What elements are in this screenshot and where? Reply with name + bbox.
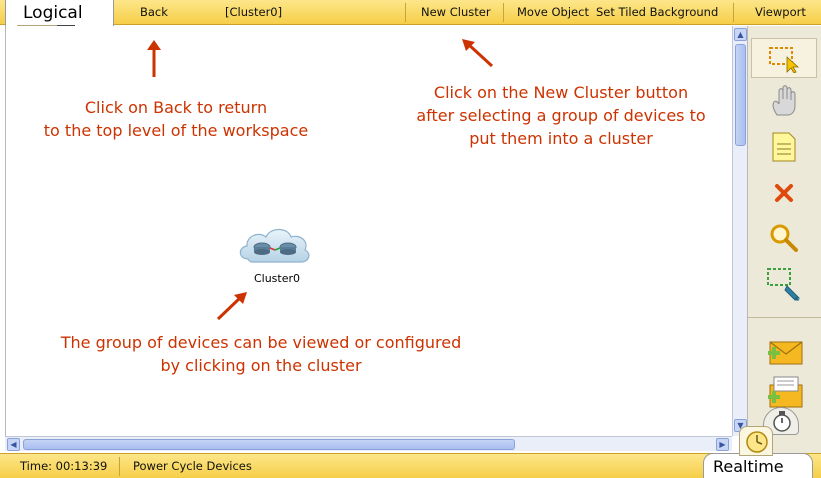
cluster-instruction: The group of devices can be viewed or co… — [26, 331, 496, 377]
note-line: to the top level of the workspace — [43, 121, 309, 140]
note-line: put them into a cluster — [469, 129, 653, 148]
cluster-path-label: [Cluster0] — [225, 5, 283, 19]
inspect-tool[interactable] — [751, 218, 817, 258]
new-cluster-instruction: Click on the New Cluster button after se… — [391, 81, 731, 150]
hand-icon — [772, 85, 796, 116]
add-complex-pdu-icon — [768, 376, 803, 408]
toolbar-divider — [503, 3, 504, 22]
note-line: by clicking on the cluster — [160, 356, 362, 375]
status-bar: Time: 00:13:39 Power Cycle Devices — [0, 453, 821, 478]
resize-shape-tool[interactable] — [751, 264, 817, 304]
note-line: after selecting a group of devices to — [416, 106, 706, 125]
note-icon — [772, 132, 796, 162]
viewport-button[interactable]: Viewport — [755, 0, 806, 25]
note-line: Click on the New Cluster button — [433, 83, 689, 102]
simulation-time: Time: 00:13:39 — [20, 459, 108, 473]
delete-tool[interactable] — [751, 173, 817, 213]
power-cycle-devices-button[interactable]: Power Cycle Devices — [133, 454, 252, 478]
note-line: Click on Back to return — [84, 98, 268, 117]
set-tiled-background-button[interactable]: Set Tiled Background — [596, 0, 718, 25]
move-object-button[interactable]: Move Object — [517, 0, 589, 25]
cluster-label[interactable]: Cluster0 — [241, 272, 313, 285]
delete-icon — [775, 184, 793, 202]
place-note-tool[interactable] — [751, 127, 817, 167]
clock-icon — [746, 431, 768, 453]
status-divider — [119, 457, 120, 476]
note-line: The group of devices can be viewed or co… — [60, 333, 462, 352]
toolbar-divider — [405, 3, 406, 22]
scroll-up-button[interactable]: ▲ — [734, 28, 747, 41]
new-cluster-button[interactable]: New Cluster — [421, 0, 491, 25]
tool-palette — [747, 26, 821, 456]
arrow-up-left-icon — [462, 39, 494, 68]
vertical-scrollbar[interactable]: ▲ ▼ — [732, 26, 747, 436]
scroll-left-button[interactable]: ◀ — [7, 438, 20, 451]
move-layout-tool[interactable] — [751, 81, 817, 121]
realtime-label: Realtime — [713, 457, 784, 476]
scroll-right-button[interactable]: ▶ — [716, 438, 729, 451]
top-toolbar: Back [Cluster0] New Cluster Move Object … — [0, 0, 821, 25]
palette-divider — [748, 317, 821, 318]
back-instruction: Click on Back to return to the top level… — [44, 96, 308, 142]
horizontal-scrollbar[interactable]: ◀ ▶ — [5, 436, 732, 451]
back-button[interactable]: Back — [140, 0, 168, 25]
add-simple-pdu-icon — [768, 341, 803, 365]
arrow-up-right-icon — [216, 292, 247, 321]
logical-workspace[interactable]: Click on Back to return to the top level… — [5, 26, 732, 436]
vertical-scroll-thumb[interactable] — [735, 44, 746, 146]
inspect-icon — [770, 224, 798, 252]
add-complex-pdu-tool[interactable] — [751, 372, 817, 412]
arrow-up-icon — [147, 40, 161, 77]
toolbar-divider — [733, 3, 734, 22]
select-tool[interactable] — [751, 38, 817, 78]
horizontal-scroll-thumb[interactable] — [23, 439, 515, 450]
realtime-mode-button[interactable] — [739, 426, 773, 456]
resize-icon — [767, 268, 801, 301]
add-simple-pdu-tool[interactable] — [751, 330, 817, 370]
select-icon — [769, 47, 800, 73]
